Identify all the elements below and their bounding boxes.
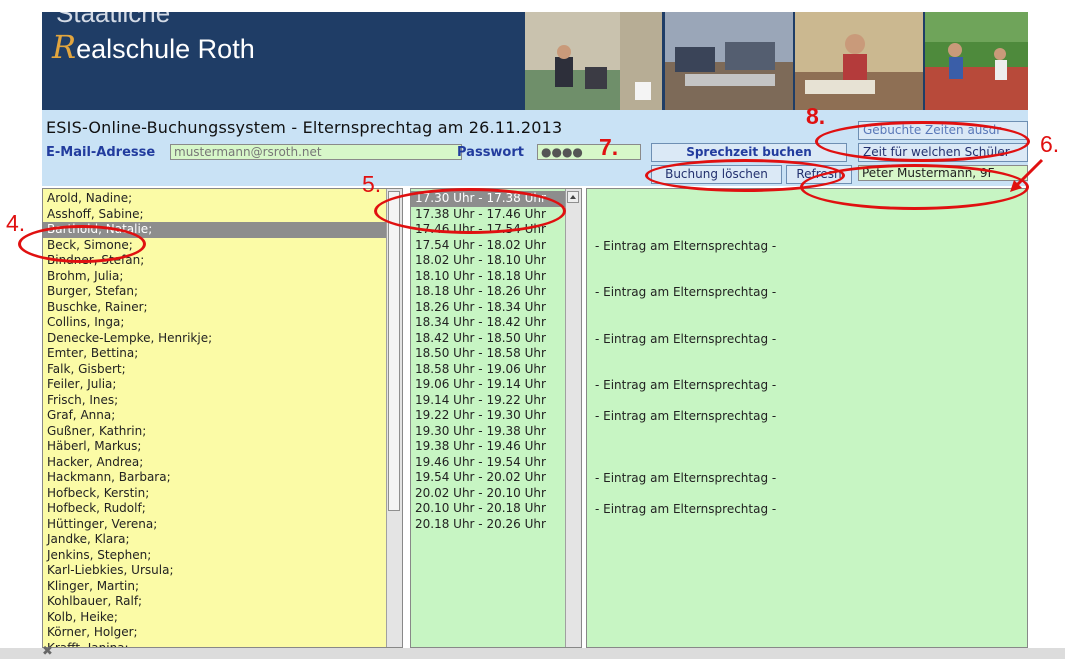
teacher-list-scroll-thumb[interactable] bbox=[388, 191, 400, 511]
scroll-up-arrow-icon[interactable] bbox=[567, 191, 579, 203]
booking-entry: - Eintrag am Elternsprechtag - bbox=[595, 331, 777, 346]
time-slot-item[interactable]: 18.50 Uhr - 18.58 Uhr bbox=[411, 346, 566, 362]
email-label: E-Mail-Adresse bbox=[46, 145, 156, 160]
photo-sports-track bbox=[925, 12, 1028, 110]
email-field[interactable]: mustermann@rsroth.net bbox=[170, 144, 462, 160]
teacher-list-scrollbar[interactable] bbox=[386, 189, 402, 647]
school-banner: Staatliche Realschule Roth bbox=[42, 12, 1028, 110]
time-slot-item[interactable]: 19.30 Uhr - 19.38 Uhr bbox=[411, 424, 566, 440]
teacher-list-item[interactable]: Brohm, Julia; bbox=[43, 269, 387, 285]
photo-classroom bbox=[795, 12, 923, 110]
teacher-list-item[interactable]: Kohlbauer, Ralf; bbox=[43, 594, 387, 610]
status-bar: ✖ bbox=[0, 644, 1065, 659]
teacher-list-item[interactable]: Karl-Liebkies, Ursula; bbox=[43, 563, 387, 579]
teacher-list-item[interactable]: Hackmann, Barbara; bbox=[43, 470, 387, 486]
annotation-number-4: 4. bbox=[6, 210, 26, 236]
teacher-list-item[interactable]: Burger, Stefan; bbox=[43, 284, 387, 300]
time-slot-item[interactable]: 18.10 Uhr - 18.18 Uhr bbox=[411, 269, 566, 285]
teacher-list-item[interactable]: Hofbeck, Rudolf; bbox=[43, 501, 387, 517]
time-slot-item[interactable]: 18.26 Uhr - 18.34 Uhr bbox=[411, 300, 566, 316]
teacher-list-item[interactable]: Jenkins, Stephen; bbox=[43, 548, 387, 564]
annotation-ellipse-teacher bbox=[18, 225, 146, 263]
photo-painting-room bbox=[525, 12, 662, 110]
time-slot-item[interactable]: 20.10 Uhr - 20.18 Uhr bbox=[411, 501, 566, 517]
annotation-number-6: 6. bbox=[1040, 131, 1060, 157]
time-slot-item[interactable]: 18.34 Uhr - 18.42 Uhr bbox=[411, 315, 566, 331]
teacher-list-item[interactable]: Denecke-Lempke, Henrikje; bbox=[43, 331, 387, 347]
teacher-list-item[interactable]: Jandke, Klara; bbox=[43, 532, 387, 548]
time-slot-item[interactable]: 18.18 Uhr - 18.26 Uhr bbox=[411, 284, 566, 300]
teacher-list-item[interactable]: Buschke, Rainer; bbox=[43, 300, 387, 316]
teacher-list-item[interactable]: Falk, Gisbert; bbox=[43, 362, 387, 378]
teacher-list-item[interactable]: Hofbeck, Kerstin; bbox=[43, 486, 387, 502]
time-slot-list[interactable]: 17.30 Uhr - 17.38 Uhr 17.38 Uhr - 17.46 U… bbox=[410, 188, 582, 648]
teacher-list-item[interactable]: Emter, Bettina; bbox=[43, 346, 387, 362]
booking-entry: - Eintrag am Elternsprechtag - bbox=[595, 471, 777, 485]
page-title: ESIS-Online-Buchungssystem - Elternsprec… bbox=[46, 118, 563, 137]
annotation-ellipse-time bbox=[374, 188, 566, 234]
teacher-list-item[interactable]: Klinger, Martin; bbox=[43, 579, 387, 595]
teacher-list-item[interactable]: Collins, Inga; bbox=[43, 315, 387, 331]
teacher-list-item[interactable]: Arold, Nadine; bbox=[43, 191, 387, 207]
teacher-list-item[interactable]: Graf, Anna; bbox=[43, 408, 387, 424]
time-slot-item[interactable]: 18.58 Uhr - 19.06 Uhr bbox=[411, 362, 566, 378]
password-field[interactable]: ●●●● bbox=[537, 144, 641, 160]
booking-entry: - Eintrag am Elternsprechtag - bbox=[595, 238, 777, 253]
time-slot-item[interactable]: 17.54 Uhr - 18.02 Uhr bbox=[411, 238, 566, 254]
password-label: Passwort bbox=[457, 145, 524, 160]
teacher-list-item[interactable]: Krafft, Janina; bbox=[43, 641, 387, 648]
booking-entries-panel: - Eintrag am Elternsprechtag - - Eintrag … bbox=[586, 188, 1028, 648]
annotation-number-7: 7. bbox=[599, 134, 619, 160]
teacher-list-item[interactable]: Kolb, Heike; bbox=[43, 610, 387, 626]
teacher-list-item[interactable]: Frisch, Ines; bbox=[43, 393, 387, 409]
booking-entry: - Eintrag am Elternsprechtag - bbox=[595, 409, 777, 423]
time-slot-item[interactable]: 18.02 Uhr - 18.10 Uhr bbox=[411, 253, 566, 269]
time-slot-item[interactable]: 20.02 Uhr - 20.10 Uhr bbox=[411, 486, 566, 502]
photo-electronics-lab bbox=[665, 12, 793, 110]
time-slot-item[interactable]: 18.42 Uhr - 18.50 Uhr bbox=[411, 331, 566, 347]
time-slot-item[interactable]: 19.54 Uhr - 20.02 Uhr bbox=[411, 470, 566, 486]
teacher-list-item[interactable]: Gußner, Kathrin; bbox=[43, 424, 387, 440]
annotation-arrow-icon bbox=[1010, 158, 1044, 192]
time-slot-item[interactable]: 19.14 Uhr - 19.22 Uhr bbox=[411, 393, 566, 409]
booking-entry: - Eintrag am Elternsprechtag - bbox=[595, 378, 777, 392]
time-list-scrollbar[interactable] bbox=[565, 189, 581, 647]
teacher-list-item[interactable]: Körner, Holger; bbox=[43, 625, 387, 641]
annotation-number-5: 5. bbox=[362, 171, 382, 197]
school-banner-top-text: Staatliche bbox=[56, 12, 171, 28]
annotation-ellipse-delete-booking bbox=[645, 159, 845, 192]
teacher-list-item[interactable]: Hacker, Andrea; bbox=[43, 455, 387, 471]
time-slot-item[interactable]: 19.38 Uhr - 19.46 Uhr bbox=[411, 439, 566, 455]
time-slot-item[interactable]: 19.46 Uhr - 19.54 Uhr bbox=[411, 455, 566, 471]
annotation-number-8: 8. bbox=[806, 103, 826, 129]
time-slot-item[interactable]: 20.18 Uhr - 20.26 Uhr bbox=[411, 517, 566, 533]
close-icon[interactable]: ✖ bbox=[42, 644, 53, 659]
booking-entry: - Eintrag am Elternsprechtag - bbox=[595, 285, 777, 299]
annotation-ellipse-student-button bbox=[815, 121, 1030, 162]
teacher-list-item[interactable]: Häberl, Markus; bbox=[43, 439, 387, 455]
time-slot-item[interactable]: 19.06 Uhr - 19.14 Uhr bbox=[411, 377, 566, 393]
teacher-list-item[interactable]: Hüttinger, Verena; bbox=[43, 517, 387, 533]
school-logo-text: Realschule Roth bbox=[52, 28, 255, 66]
teacher-list-item[interactable]: Asshoff, Sabine; bbox=[43, 207, 387, 223]
booking-entry: - Eintrag am Elternsprechtag - bbox=[595, 502, 777, 516]
teacher-list-item[interactable]: Feiler, Julia; bbox=[43, 377, 387, 393]
time-slot-item[interactable]: 19.22 Uhr - 19.30 Uhr bbox=[411, 408, 566, 424]
